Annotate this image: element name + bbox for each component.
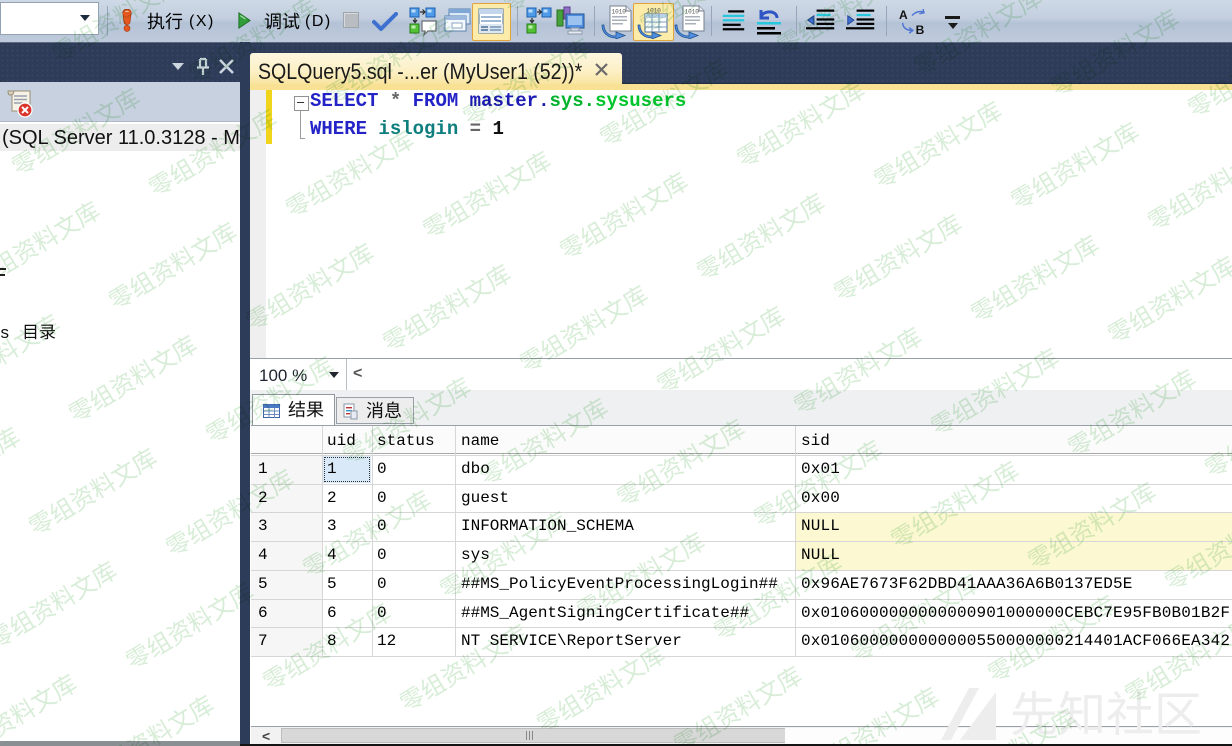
svg-text:B: B <box>916 23 925 36</box>
svg-text:1010: 1010 <box>647 8 662 15</box>
svg-text:1010: 1010 <box>685 9 700 16</box>
svg-text:A: A <box>899 8 908 22</box>
svg-text:1010: 1010 <box>612 9 627 16</box>
